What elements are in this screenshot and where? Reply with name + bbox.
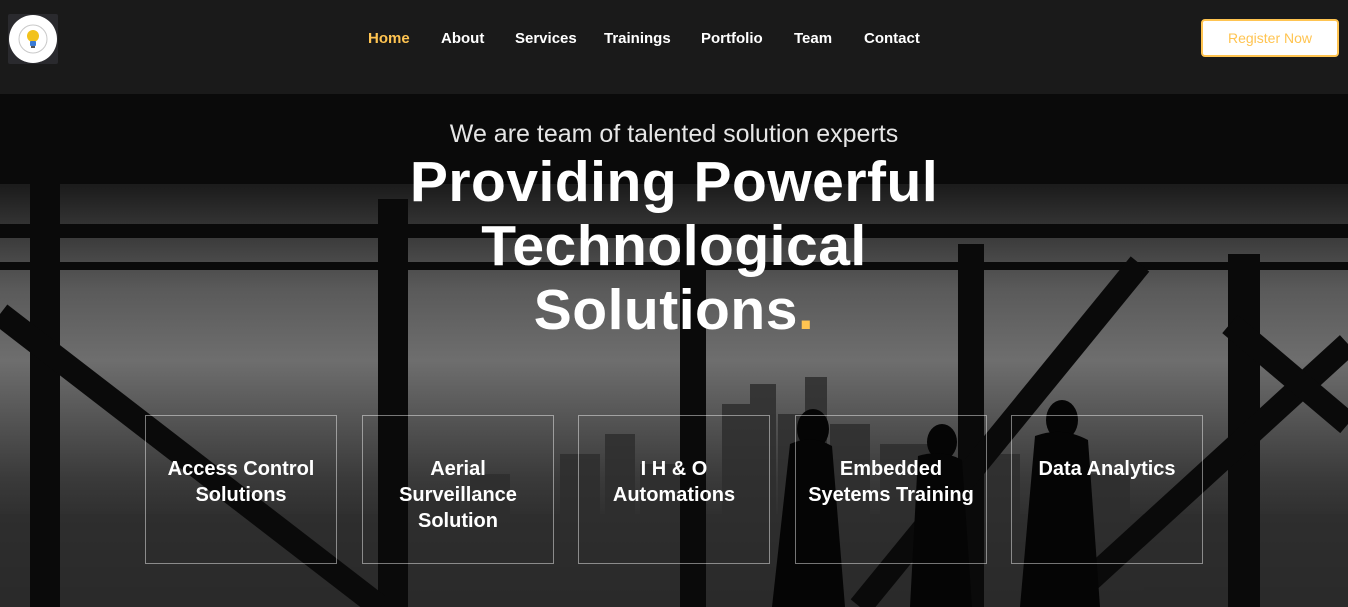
service-card-data-analytics[interactable]: Data Analytics — [1011, 415, 1203, 564]
main-nav: Home About Services Trainings Portfolio … — [0, 30, 1348, 50]
nav-services[interactable]: Services — [515, 30, 577, 47]
hero-subtitle: We are team of talented solution experts — [449, 120, 899, 148]
service-card-embedded-training[interactable]: Embedded Syetems Training — [795, 415, 987, 564]
nav-trainings[interactable]: Trainings — [604, 30, 671, 47]
hero-section: We are team of talented solution experts… — [0, 94, 1348, 607]
nav-portfolio[interactable]: Portfolio — [701, 30, 763, 47]
hero-title: Providing Powerful Technological Solutio… — [374, 150, 974, 342]
register-now-button[interactable]: Register Now — [1201, 19, 1339, 57]
hero-title-text: Providing Powerful Technological Solutio… — [409, 150, 939, 342]
nav-contact[interactable]: Contact — [864, 30, 920, 47]
nav-team[interactable]: Team — [794, 30, 832, 47]
site-header: Home About Services Trainings Portfolio … — [0, 0, 1348, 94]
service-card-access-control[interactable]: Access Control Solutions — [145, 415, 337, 564]
nav-home[interactable]: Home — [368, 30, 410, 47]
service-card-aerial-surveillance[interactable]: Aerial Surveillance Solution — [362, 415, 554, 564]
nav-about[interactable]: About — [441, 30, 484, 47]
hero-title-dot: . — [797, 278, 815, 342]
service-card-iho-automations[interactable]: I H & O Automations — [578, 415, 770, 564]
